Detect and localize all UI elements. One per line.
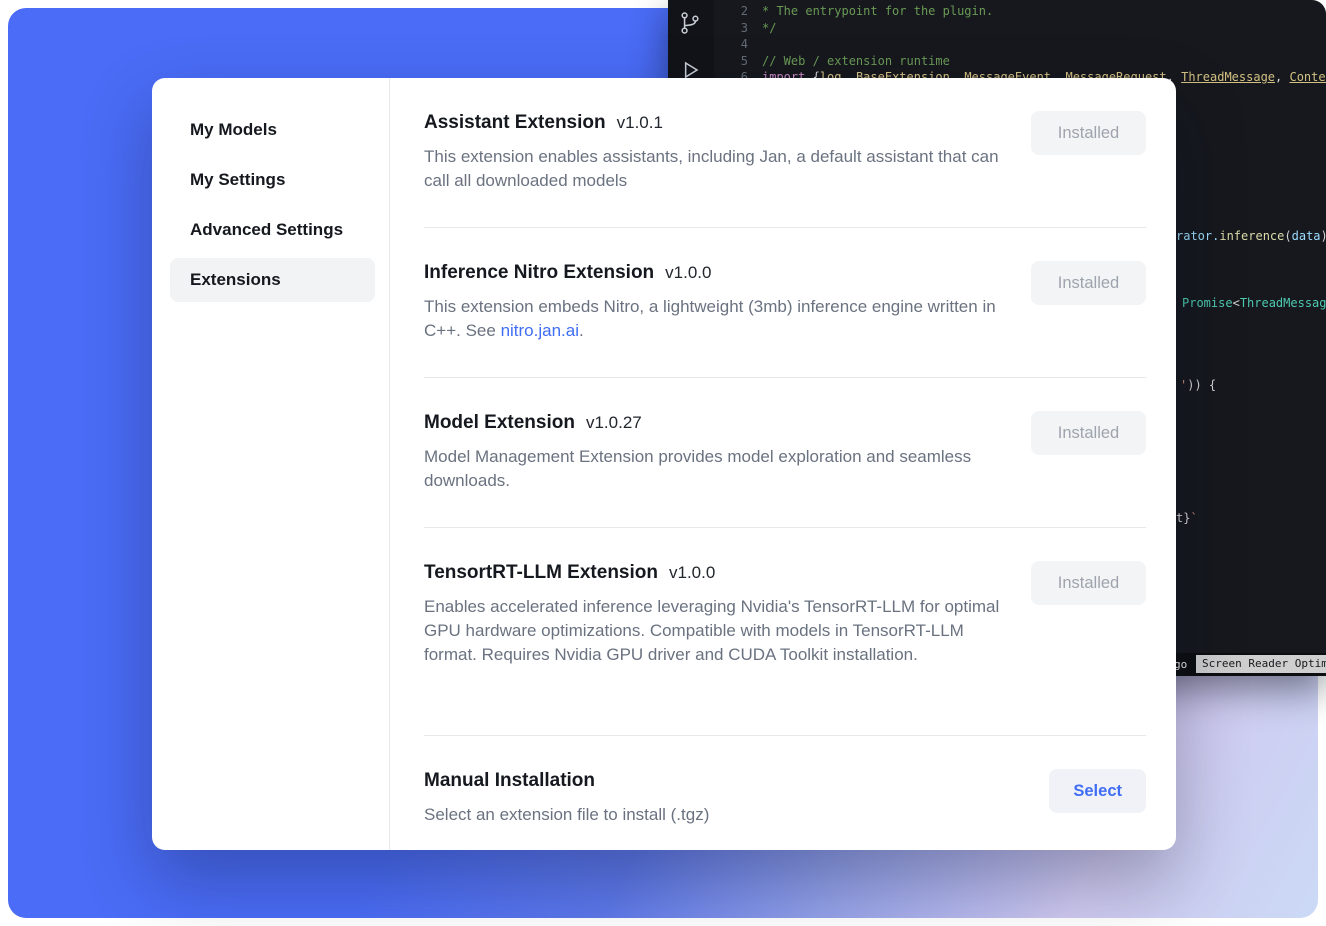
extensions-panel: Assistant Extension v1.0.1 This extensio… (390, 78, 1176, 850)
extension-row-nitro: Inference Nitro Extension v1.0.0 This ex… (424, 228, 1146, 378)
sidebar-item-extensions[interactable]: Extensions (170, 258, 375, 302)
extension-name: Manual Installation (424, 767, 595, 795)
code-fragment: t}` (1176, 511, 1198, 526)
manual-installation-row: Manual Installation Select an extension … (424, 736, 1146, 850)
extension-name: TensortRT-LLM Extension (424, 559, 658, 587)
code-lines: 2* The entrypoint for the plugin. 3*/ 4 … (732, 3, 1326, 86)
extension-version: v1.0.27 (586, 413, 642, 433)
extension-name: Inference Nitro Extension (424, 259, 654, 287)
installed-button[interactable]: Installed (1031, 411, 1146, 455)
extension-version: v1.0.0 (665, 263, 711, 283)
extension-description: Enables accelerated inference leveraging… (424, 595, 1009, 667)
settings-modal: My Models My Settings Advanced Settings … (152, 78, 1176, 850)
extension-description: This extension embeds Nitro, a lightweig… (424, 295, 1009, 343)
installed-button[interactable]: Installed (1031, 561, 1146, 605)
source-control-icon (677, 9, 703, 37)
extension-row-assistant: Assistant Extension v1.0.1 This extensio… (424, 78, 1146, 228)
extension-name: Assistant Extension (424, 109, 606, 137)
extension-name: Model Extension (424, 409, 575, 437)
installed-button[interactable]: Installed (1031, 261, 1146, 305)
nitro-jan-ai-link[interactable]: nitro.jan.ai (501, 321, 579, 340)
extension-version: v1.0.0 (669, 563, 715, 583)
settings-sidebar: My Models My Settings Advanced Settings … (152, 78, 390, 850)
code-fragment: rator.inference(data)); (1176, 229, 1326, 244)
sidebar-item-my-settings[interactable]: My Settings (170, 158, 375, 202)
extension-description: Select an extension file to install (.tg… (424, 803, 1009, 827)
extension-description: This extension enables assistants, inclu… (424, 145, 1009, 193)
code-fragment: Promise<ThreadMessage> (1182, 296, 1326, 311)
select-file-button[interactable]: Select (1049, 769, 1146, 813)
extension-row-model: Model Extension v1.0.27 Model Management… (424, 378, 1146, 528)
screen-reader-notice[interactable]: Screen Reader Optimized (1196, 655, 1326, 673)
code-fragment: ')) { (1180, 378, 1216, 393)
sidebar-item-advanced-settings[interactable]: Advanced Settings (170, 208, 375, 252)
extension-description: Model Management Extension provides mode… (424, 445, 1009, 493)
installed-button[interactable]: Installed (1031, 111, 1146, 155)
extension-row-tensorrt: TensortRT-LLM Extension v1.0.0 Enables a… (424, 528, 1146, 736)
extension-version: v1.0.1 (617, 113, 663, 133)
sidebar-item-my-models[interactable]: My Models (170, 108, 375, 152)
page-canvas: 2* The entrypoint for the plugin. 3*/ 4 … (0, 0, 1326, 926)
